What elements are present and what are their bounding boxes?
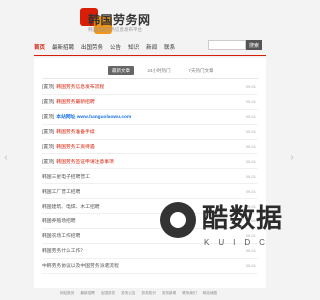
- watermark-latin: KUIDC: [204, 238, 274, 247]
- article-tabs: 最新文章 24小时热门 7天热门文章: [34, 66, 266, 76]
- list-item[interactable]: [置顶] 韩国劳务信息发布流程 09-01: [42, 80, 258, 95]
- article-title[interactable]: 韩国劳务签证申请注意事项: [56, 158, 114, 165]
- nav-divider: [34, 55, 266, 56]
- pinned-tag: [置顶]: [42, 115, 55, 121]
- footer-link[interactable]: 出国劳务: [101, 291, 115, 296]
- list-item[interactable]: [置顶] 韩国劳务准备手续 09-01: [42, 125, 258, 140]
- main-nav: 首页 最新招聘 出国劳务 公告 知识 新闻 联系: [34, 42, 182, 52]
- article-title[interactable]: 韩国劳务工资待遇: [56, 143, 94, 150]
- pinned-tag: [置顶]: [42, 145, 55, 150]
- article-title[interactable]: 中韩劳务协议以及中国劳务派遣流程: [42, 262, 119, 269]
- search-input[interactable]: [208, 40, 246, 50]
- article-title[interactable]: 韩国建筑、电焊、木工招聘: [42, 203, 100, 210]
- nav-item-home[interactable]: 首页: [34, 43, 45, 51]
- pinned-tag: [置顶]: [42, 100, 55, 106]
- chevron-right-icon[interactable]: ›: [288, 150, 296, 164]
- watermark: 酷数据 KUIDC: [160, 198, 290, 276]
- article-date: 09-01: [245, 114, 256, 120]
- article-title[interactable]: 韩国劳务信息发布流程: [56, 83, 104, 90]
- article-title[interactable]: 韩国劳务准备手续: [56, 128, 94, 135]
- chevron-left-icon[interactable]: ‹: [2, 150, 10, 164]
- pinned-tag: [置顶]: [42, 159, 55, 165]
- pinned-tag: [置顶]: [42, 130, 55, 136]
- article-date: 09-01: [245, 158, 256, 164]
- article-date: 09-01: [245, 99, 256, 105]
- article-title[interactable]: 韩国三星电子招聘普工: [42, 173, 90, 180]
- list-item[interactable]: [置顶] 本站网址 www.hanguolaowu.com 09-01: [42, 110, 258, 125]
- nav-item-knowledge[interactable]: 知识: [128, 43, 139, 51]
- tab-24h-hot[interactable]: 24小时热门: [144, 66, 174, 75]
- search-button[interactable]: 搜索: [246, 40, 262, 50]
- list-item[interactable]: [置顶] 韩国劳务最新招聘 09-01: [42, 95, 258, 110]
- tab-divider: [42, 78, 258, 79]
- nav-item-announcements[interactable]: 公告: [110, 43, 121, 51]
- article-title[interactable]: 本站网址 www.hanguolaowu.com: [56, 113, 131, 120]
- article-title[interactable]: 韩国劳务最新招聘: [56, 98, 94, 105]
- article-title[interactable]: 韩国养殖场招聘: [42, 217, 76, 224]
- watermark-logo-icon: [160, 202, 196, 238]
- footer-link[interactable]: 最新招聘: [80, 291, 94, 296]
- tab-latest[interactable]: 最新文章: [108, 66, 134, 75]
- article-date: 09-01: [245, 144, 256, 149]
- pinned-tag: [置顶]: [42, 85, 55, 91]
- footer-link[interactable]: 劳务公告: [121, 291, 135, 296]
- article-title[interactable]: 韩国农场工作招聘: [42, 232, 80, 239]
- nav-item-latest-jobs[interactable]: 最新招聘: [52, 43, 74, 51]
- article-date: 09-01: [245, 173, 256, 179]
- site-subtitle: 韩国出国劳务信息发布平台: [88, 27, 142, 32]
- footer-link[interactable]: 劳务新闻: [162, 291, 176, 296]
- nav-item-overseas-labor[interactable]: 出国劳务: [81, 43, 103, 51]
- tab-7day-hot[interactable]: 7天热门文章: [184, 66, 218, 75]
- watermark-text: 酷数据: [202, 204, 284, 234]
- footer-links: 网站首页 最新招聘 出国劳务 劳务公告 劳务知识 劳务新闻 联系我们 网站地图: [60, 291, 223, 296]
- list-item[interactable]: [置顶] 韩国劳务签证申请注意事项 09-01: [42, 154, 258, 170]
- list-item[interactable]: [置顶] 韩国劳务工资待遇 09-01: [42, 140, 258, 155]
- footer-link[interactable]: 联系我们: [182, 291, 196, 296]
- article-title[interactable]: 韩国工厂普工招聘: [42, 188, 80, 195]
- footer-link[interactable]: 劳务知识: [142, 291, 156, 296]
- article-date: 09-01: [245, 129, 256, 135]
- article-date: 09-01: [245, 188, 256, 194]
- footer-link[interactable]: 网站首页: [60, 291, 74, 296]
- nav-item-news[interactable]: 新闻: [146, 43, 157, 51]
- page: 韩国劳务网 韩国出国劳务信息发布平台 首页 最新招聘 出国劳务 公告 知识 新闻…: [0, 0, 300, 300]
- site-title[interactable]: 韩国劳务网: [88, 11, 151, 28]
- list-item[interactable]: 韩国工厂普工招聘 09-01: [42, 184, 258, 200]
- list-item[interactable]: 韩国三星电子招聘普工 09-01: [42, 169, 258, 185]
- article-date: 09-01: [245, 84, 256, 90]
- nav-item-contact[interactable]: 联系: [164, 43, 175, 51]
- footer-link[interactable]: 网站地图: [203, 291, 217, 296]
- article-title[interactable]: 韩国劳务什么工作？: [42, 247, 85, 254]
